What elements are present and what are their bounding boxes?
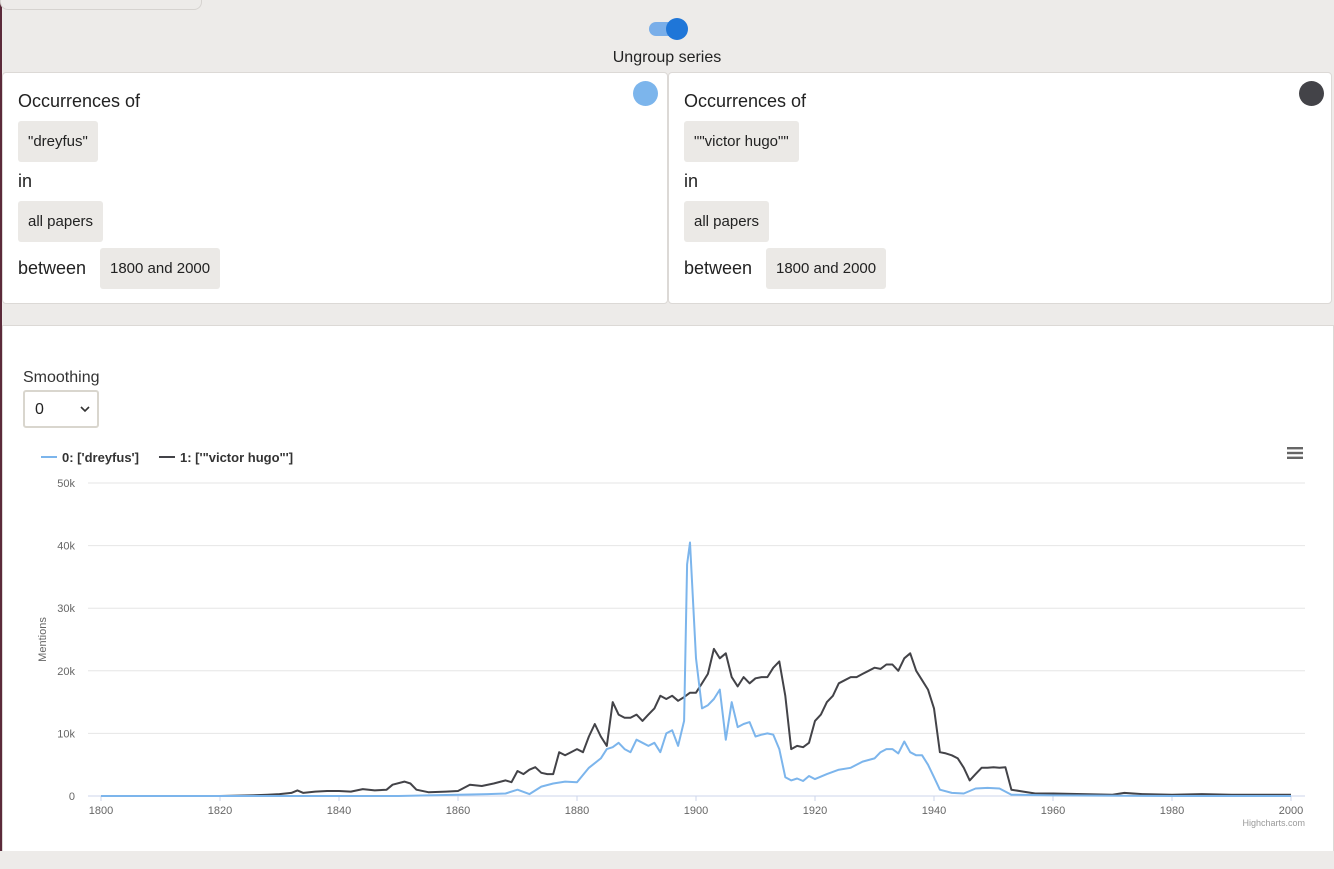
occurrences-of-label: Occurrences of (18, 91, 141, 111)
x-tick-label: 1800 (89, 805, 113, 817)
x-tick-label: 1980 (1160, 805, 1184, 817)
query-card-dreyfus: Occurrences of "dreyfus" in all papers b… (2, 72, 668, 304)
in-label: in (684, 171, 699, 191)
in-label: in (18, 171, 33, 191)
query-term-chip[interactable]: "dreyfus" (18, 121, 98, 162)
search-box-edge[interactable] (0, 0, 202, 10)
series-color-dot[interactable] (633, 81, 658, 106)
x-tick-label: 1820 (208, 805, 232, 817)
source-chip[interactable]: all papers (684, 201, 770, 242)
between-label: between (18, 258, 87, 278)
series-line-0[interactable] (101, 541, 1291, 797)
y-tick-label: 50k (57, 478, 75, 490)
x-tick-label: 1860 (446, 805, 470, 817)
x-tick-label: 1940 (922, 805, 946, 817)
y-tick-label: 20k (57, 666, 75, 678)
page-bottom (0, 851, 1334, 869)
y-tick-label: 0 (69, 791, 75, 803)
between-label: between (684, 258, 753, 278)
x-tick-label: 1880 (565, 805, 589, 817)
query-card-victor-hugo: Occurrences of ""victor hugo"" in all pa… (668, 72, 1332, 304)
ungroup-series-toggle[interactable] (649, 18, 688, 40)
source-chip[interactable]: all papers (18, 201, 104, 242)
query-term-chip[interactable]: ""victor hugo"" (684, 121, 799, 162)
y-tick-label: 10k (57, 728, 75, 740)
x-tick-label: 1900 (684, 805, 708, 817)
y-axis-label: Mentions (37, 617, 49, 662)
x-tick-label: 1920 (803, 805, 827, 817)
y-tick-label: 30k (57, 603, 75, 615)
chart-panel: Smoothing 0 Highcharts.com 0 10k 20k 30k 40k… (2, 325, 1334, 852)
legend-item[interactable]: 0: ['dreyfus'] (62, 450, 139, 465)
x-tick-label: 2000 (1279, 805, 1303, 817)
x-tick-label: 1960 (1041, 805, 1065, 817)
date-range-chip[interactable]: 1800 and 2000 (100, 248, 221, 289)
ungroup-series-label: Ungroup series (612, 49, 722, 66)
x-tick-label: 1840 (327, 805, 351, 817)
line-chart: 0 10k 20k 30k 40k 50k 1800 1820 1840 1860 1880 1900… (37, 450, 1305, 817)
series-color-dot[interactable] (1299, 81, 1324, 106)
occurrences-of-label: Occurrences of (684, 91, 807, 111)
y-tick-label: 40k (57, 541, 75, 553)
legend-item[interactable]: 1: ['"victor hugo"'] (180, 450, 293, 465)
date-range-chip[interactable]: 1800 and 2000 (766, 248, 887, 289)
query-cards: Occurrences of "dreyfus" in all papers b… (2, 72, 1332, 304)
toggle-knob[interactable] (666, 18, 688, 40)
